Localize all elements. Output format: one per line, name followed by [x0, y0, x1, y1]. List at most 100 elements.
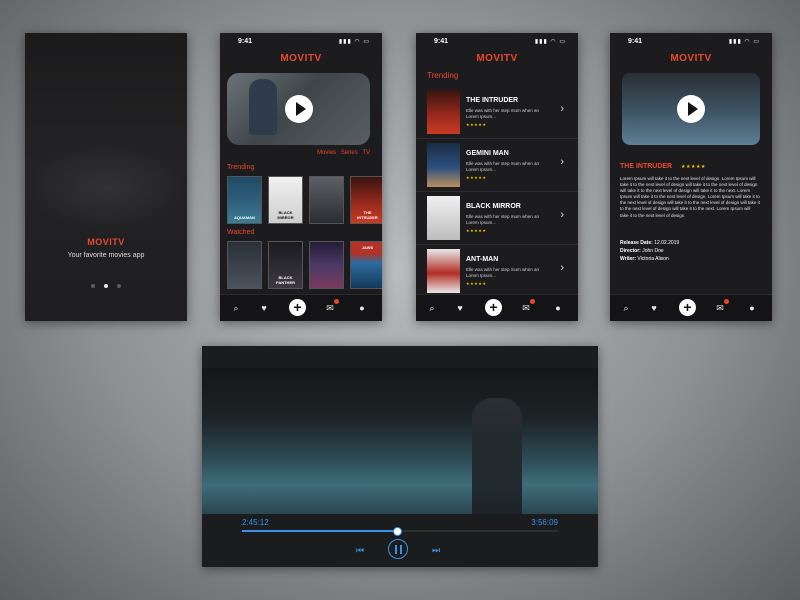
page-dot[interactable]: [91, 284, 95, 288]
detail-screen: 9:41 ▮▮▮ ◠ ▭ MOVITV THE INTRUDER ★★★★★ L…: [610, 33, 772, 321]
page-dot-active[interactable]: [104, 284, 108, 288]
play-icon[interactable]: [285, 95, 313, 123]
mail-icon[interactable]: ✉: [324, 299, 339, 314]
app-brand: MOVITV: [280, 53, 322, 64]
director-value: John Doe: [642, 248, 664, 254]
watched-poster[interactable]: JAWS: [350, 241, 382, 289]
filter-series[interactable]: Series: [341, 150, 358, 156]
app-brand: MOVITV: [476, 53, 518, 64]
movie-synopsis: Lorem Ipsum will take it to the next lev…: [620, 176, 760, 218]
trending-poster[interactable]: BLACK MIRROR: [268, 176, 303, 224]
trending-poster[interactable]: THE INTRUDER: [350, 176, 382, 224]
add-icon[interactable]: +: [485, 299, 502, 316]
movie-description: Elle was with her step mum when an Lorem…: [466, 214, 540, 225]
seek-handle[interactable]: [392, 527, 402, 536]
profile-icon[interactable]: ●: [746, 302, 758, 314]
splash-background-art: [25, 143, 187, 233]
watched-poster[interactable]: BLACK PANTHER: [268, 241, 303, 289]
list-item[interactable]: GEMINI MAN Elle was with her step mum wh…: [416, 139, 578, 192]
movie-description: Elle was with her step mum when an Lorem…: [466, 161, 540, 172]
rating-stars: ★★★★★: [466, 175, 487, 180]
rating-stars: ★★★★★: [681, 164, 706, 170]
profile-icon[interactable]: ●: [552, 302, 564, 314]
movie-description: Elle was with her step mum when an Lorem…: [466, 108, 540, 119]
mail-icon[interactable]: ✉: [714, 299, 729, 314]
writer-label: Writer:: [620, 256, 637, 262]
play-icon[interactable]: [677, 95, 705, 123]
tab-bar: ⌕ ♥ + ✉ ●: [220, 294, 382, 321]
page-dot[interactable]: [117, 284, 121, 288]
status-time: 9:41: [628, 38, 643, 45]
movie-title: THE INTRUDER: [466, 97, 519, 104]
chevron-right-icon[interactable]: ›: [560, 209, 564, 221]
seek-progress: [242, 530, 397, 532]
chevron-right-icon[interactable]: ›: [560, 156, 564, 168]
mail-icon[interactable]: ✉: [520, 299, 535, 314]
list-item[interactable]: THE INTRUDER Elle was with her step mum …: [416, 86, 578, 139]
home-screen: 9:41 ▮▮▮ ◠ ▭ MOVITV Movies Series TV Tre…: [220, 33, 382, 321]
movie-thumbnail: [427, 249, 460, 293]
heart-icon[interactable]: ♥: [454, 302, 466, 314]
trending-poster[interactable]: [309, 176, 344, 224]
trending-heading: Trending: [427, 71, 459, 80]
heart-icon[interactable]: ♥: [258, 302, 270, 314]
status-time: 9:41: [238, 38, 253, 45]
rating-stars: ★★★★★: [466, 228, 487, 233]
chevron-right-icon[interactable]: ›: [560, 103, 564, 115]
chevron-right-icon[interactable]: ›: [560, 262, 564, 274]
watched-poster[interactable]: [227, 241, 262, 289]
splash-screen: MOVITV Your favorite movies app: [25, 33, 187, 321]
status-icons: ▮▮▮ ◠ ▭: [534, 39, 566, 45]
watched-label: Watched: [227, 229, 255, 236]
writer-value: Victoria Alison: [637, 256, 669, 262]
search-icon[interactable]: ⌕: [426, 302, 438, 314]
watched-poster[interactable]: [309, 241, 344, 289]
pause-button[interactable]: [388, 539, 408, 559]
list-item[interactable]: BLACK MIRROR Elle was with her step mum …: [416, 192, 578, 245]
filter-tv[interactable]: TV: [362, 150, 370, 156]
add-icon[interactable]: +: [679, 299, 696, 316]
filter-movies[interactable]: Movies: [317, 150, 336, 156]
status-icons: ▮▮▮ ◠ ▭: [338, 39, 370, 45]
next-icon[interactable]: ⏭: [432, 545, 440, 556]
trending-label: Trending: [227, 164, 255, 171]
elapsed-time: 2:45:12: [242, 518, 269, 527]
rating-stars: ★★★★★: [466, 122, 487, 127]
seek-bar[interactable]: [242, 527, 558, 536]
release-date: Release Date: 12.02.2019: [620, 239, 679, 247]
trailer-video[interactable]: [622, 73, 760, 145]
video-frame[interactable]: [202, 368, 598, 514]
pause-icon: [395, 545, 397, 554]
profile-icon[interactable]: ●: [356, 302, 368, 314]
release-value: 12.02.2019: [654, 240, 680, 246]
splash-brand: MOVITV: [87, 237, 125, 247]
status-icons: ▮▮▮ ◠ ▭: [728, 39, 760, 45]
page-indicator[interactable]: [91, 283, 121, 289]
heart-icon[interactable]: ♥: [648, 302, 660, 314]
notification-badge: [530, 299, 535, 304]
trending-poster[interactable]: AQUAMAN: [227, 176, 262, 224]
movie-thumbnail: [427, 90, 460, 134]
movie-title: GEMINI MAN: [466, 150, 509, 157]
director: Director: John Doe: [620, 247, 664, 255]
tab-bar: ⌕ ♥ + ✉ ●: [416, 294, 578, 321]
status-time: 9:41: [434, 38, 449, 45]
list-item[interactable]: ANT-MAN Elle was with her step mum when …: [416, 245, 578, 298]
notification-badge: [334, 299, 339, 304]
movie-title: BLACK MIRROR: [466, 203, 521, 210]
notification-badge: [724, 299, 729, 304]
search-icon[interactable]: ⌕: [230, 302, 242, 314]
search-icon[interactable]: ⌕: [620, 302, 632, 314]
video-figure: [472, 398, 522, 514]
previous-icon[interactable]: ⏮: [356, 545, 364, 556]
player-screen: 2:45:12 3:56:09 ⏮ ⏭: [202, 346, 598, 567]
total-time: 3:56:09: [531, 518, 558, 527]
director-label: Director:: [620, 248, 641, 254]
trending-screen: 9:41 ▮▮▮ ◠ ▭ MOVITV Trending THE INTRUDE…: [416, 33, 578, 321]
video-thumbnail-figure: [249, 79, 277, 135]
featured-video[interactable]: [227, 73, 370, 145]
add-icon[interactable]: +: [289, 299, 306, 316]
status-bar: 9:41 ▮▮▮ ◠ ▭: [610, 38, 772, 48]
movie-description: Elle was with her step mum when an Lorem…: [466, 267, 540, 278]
movie-title: ANT-MAN: [466, 256, 499, 263]
